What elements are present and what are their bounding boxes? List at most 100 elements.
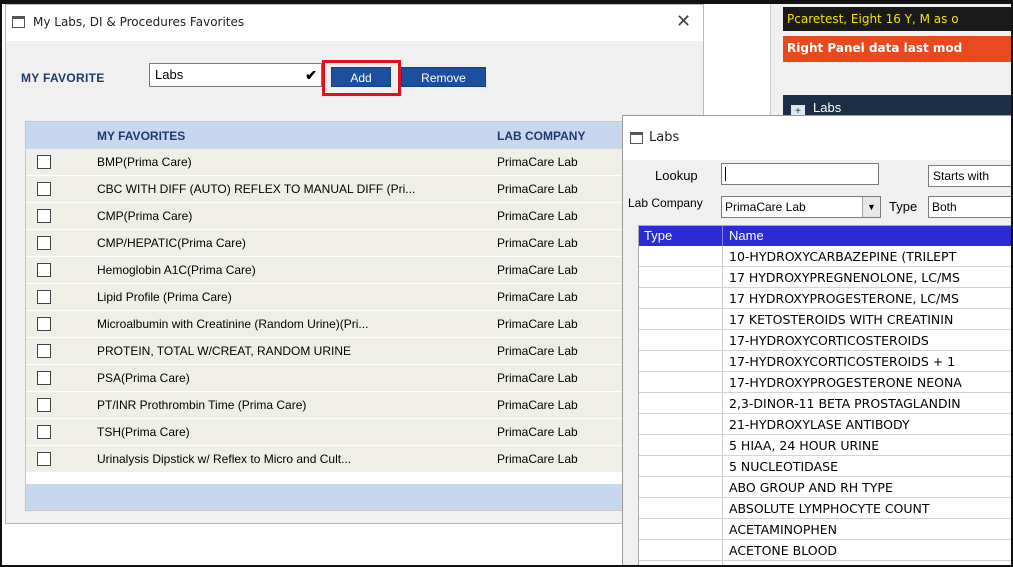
labs-title: Labs	[649, 130, 680, 145]
lab-company: PrimaCare Lab	[497, 263, 578, 277]
row-checkbox[interactable]	[37, 452, 51, 466]
lab-company: PrimaCare Lab	[497, 371, 578, 385]
table-row[interactable]: PSA(Prima Care) PrimaCare Lab	[26, 365, 694, 392]
favorite-name: CMP/HEPATIC(Prima Care)	[97, 236, 246, 250]
table-row[interactable]: TSH(Prima Care) PrimaCare Lab	[26, 419, 694, 446]
lab-company-value: PrimaCare Lab	[725, 200, 806, 214]
favorite-name: BMP(Prima Care)	[97, 155, 192, 169]
list-item[interactable]: 17-HYDROXYPROGESTERONE NEONA	[639, 372, 1013, 393]
lab-name: ABSOLUTE LYMPHOCYTE COUNT	[729, 501, 930, 516]
row-checkbox[interactable]	[37, 425, 51, 439]
lab-company: PrimaCare Lab	[497, 236, 578, 250]
lookup-label: Lookup	[655, 168, 698, 183]
list-item[interactable]: 17-HYDROXYCORTICOSTEROIDS + 1	[639, 351, 1013, 372]
row-checkbox[interactable]	[37, 344, 51, 358]
list-item[interactable]: ACETYLCHOLINE RECEPTOR BINDING	[639, 561, 1013, 567]
column-header-name[interactable]: Name	[729, 226, 764, 246]
table-row[interactable]: PROTEIN, TOTAL W/CREAT, RANDOM URINE Prim…	[26, 338, 694, 365]
list-item[interactable]: 17 HYDROXYPREGNENOLONE, LC/MS	[639, 267, 1013, 288]
right-panel-banner: Right Panel data last mod	[783, 36, 1011, 62]
table-row[interactable]: Microalbumin with Creatinine (Random Uri…	[26, 311, 694, 338]
lab-company-select[interactable]: PrimaCare Lab ▼	[721, 196, 881, 218]
lab-name: 17 HYDROXYPROGESTERONE, LC/MS	[729, 291, 959, 306]
column-header-favorites[interactable]: MY FAVORITES	[97, 129, 185, 143]
list-item[interactable]: ABO GROUP AND RH TYPE	[639, 477, 1013, 498]
table-row[interactable]: CMP(Prima Care) PrimaCare Lab	[26, 203, 694, 230]
favorites-titlebar: My Labs, DI & Procedures Favorites ✕	[6, 5, 703, 41]
row-checkbox[interactable]	[37, 290, 51, 304]
favorite-name: Lipid Profile (Prima Care)	[97, 290, 232, 304]
list-item[interactable]: 5 NUCLEOTIDASE	[639, 456, 1013, 477]
row-checkbox[interactable]	[37, 209, 51, 223]
text-cursor	[725, 167, 726, 181]
row-checkbox[interactable]	[37, 263, 51, 277]
lab-name: 5 NUCLEOTIDASE	[729, 459, 838, 474]
lab-company: PrimaCare Lab	[497, 452, 578, 466]
list-item[interactable]: ACETONE BLOOD	[639, 540, 1013, 561]
row-checkbox[interactable]	[37, 236, 51, 250]
favorite-name: CBC WITH DIFF (AUTO) REFLEX TO MANUAL DI…	[97, 182, 416, 196]
chevron-down-icon[interactable]: ▼	[862, 197, 880, 217]
lab-name: 17-HYDROXYPROGESTERONE NEONA	[729, 375, 962, 390]
add-button[interactable]: Add	[331, 67, 391, 87]
lab-name: 17 HYDROXYPREGNENOLONE, LC/MS	[729, 270, 960, 285]
row-checkbox[interactable]	[37, 371, 51, 385]
list-item[interactable]: 2,3-DINOR-11 BETA PROSTAGLANDIN	[639, 393, 1013, 414]
lab-company: PrimaCare Lab	[497, 317, 578, 331]
list-item[interactable]: 10-HYDROXYCARBAZEPINE (TRILEPT	[639, 246, 1013, 267]
favorite-category-select[interactable]: Labs ✔	[149, 63, 322, 87]
favorite-name: PROTEIN, TOTAL W/CREAT, RANDOM URINE	[97, 344, 352, 358]
chevron-down-icon[interactable]: ✔	[305, 64, 317, 86]
lab-company: PrimaCare Lab	[497, 344, 578, 358]
window-icon	[630, 132, 643, 144]
lab-name: 10-HYDROXYCARBAZEPINE (TRILEPT	[729, 249, 957, 264]
lab-name: ACETAMINOPHEN	[729, 522, 838, 537]
lab-company: PrimaCare Lab	[497, 182, 578, 196]
remove-button[interactable]: Remove	[401, 67, 486, 87]
type-select[interactable]: Both	[928, 196, 1013, 218]
table-row[interactable]: PT/INR Prothrombin Time (Prima Care) Prim…	[26, 392, 694, 419]
favorite-name: TSH(Prima Care)	[97, 425, 190, 439]
favorite-name: Hemoglobin A1C(Prima Care)	[97, 263, 256, 277]
lab-name: 2,3-DINOR-11 BETA PROSTAGLANDIN	[729, 396, 961, 411]
column-divider	[722, 226, 723, 246]
favorites-grid: MY FAVORITES LAB COMPANY BMP(Prima Care)…	[25, 121, 695, 511]
table-row[interactable]: Urinalysis Dipstick w/ Reflex to Micro a…	[26, 446, 694, 473]
column-header-type[interactable]: Type	[644, 226, 672, 246]
close-icon[interactable]: ✕	[676, 11, 691, 32]
favorite-name: Microalbumin with Creatinine (Random Uri…	[97, 317, 369, 331]
lab-name: 17-HYDROXYCORTICOSTEROIDS	[729, 333, 929, 348]
table-row[interactable]: CBC WITH DIFF (AUTO) REFLEX TO MANUAL DI…	[26, 176, 694, 203]
list-item[interactable]: 5 HIAA, 24 HOUR URINE	[639, 435, 1013, 456]
my-favorite-label: MY FAVORITE	[21, 71, 105, 85]
table-row[interactable]: Lipid Profile (Prima Care) PrimaCare Lab	[26, 284, 694, 311]
row-checkbox[interactable]	[37, 398, 51, 412]
match-mode-select[interactable]: Starts with	[928, 165, 1013, 187]
grid-header: MY FAVORITES LAB COMPANY	[26, 122, 694, 149]
table-row[interactable]: BMP(Prima Care) PrimaCare Lab	[26, 149, 694, 176]
row-checkbox[interactable]	[37, 155, 51, 169]
list-item[interactable]: 17 HYDROXYPROGESTERONE, LC/MS	[639, 288, 1013, 309]
lab-company: PrimaCare Lab	[497, 398, 578, 412]
column-header-company[interactable]: LAB COMPANY	[497, 129, 585, 143]
table-row[interactable]: Hemoglobin A1C(Prima Care) PrimaCare Lab	[26, 257, 694, 284]
labs-titlebar: Labs	[623, 116, 1013, 160]
lab-company: PrimaCare Lab	[497, 290, 578, 304]
favorite-name: Urinalysis Dipstick w/ Reflex to Micro a…	[97, 452, 352, 466]
lab-name: 5 HIAA, 24 HOUR URINE	[729, 438, 880, 453]
lab-name: ACETONE BLOOD	[729, 543, 838, 558]
list-item[interactable]: 21-HYDROXYLASE ANTIBODY	[639, 414, 1013, 435]
patient-info-bar: Pcaretest, Eight 16 Y, M as o	[783, 7, 1011, 31]
favorites-dialog: My Labs, DI & Procedures Favorites ✕ MY …	[5, 4, 704, 524]
list-item[interactable]: 17 KETOSTEROIDS WITH CREATININ	[639, 309, 1013, 330]
table-row[interactable]: CMP/HEPATIC(Prima Care) PrimaCare Lab	[26, 230, 694, 257]
list-item[interactable]: ABSOLUTE LYMPHOCYTE COUNT	[639, 498, 1013, 519]
list-item[interactable]: 17-HYDROXYCORTICOSTEROIDS	[639, 330, 1013, 351]
list-item[interactable]: ACETAMINOPHEN	[639, 519, 1013, 540]
row-checkbox[interactable]	[37, 182, 51, 196]
lab-company-label: Lab Company	[628, 196, 703, 210]
lab-name: 21-HYDROXYLASE ANTIBODY	[729, 417, 910, 432]
lookup-input[interactable]	[721, 163, 879, 185]
favorite-name: PT/INR Prothrombin Time (Prima Care)	[97, 398, 307, 412]
row-checkbox[interactable]	[37, 317, 51, 331]
